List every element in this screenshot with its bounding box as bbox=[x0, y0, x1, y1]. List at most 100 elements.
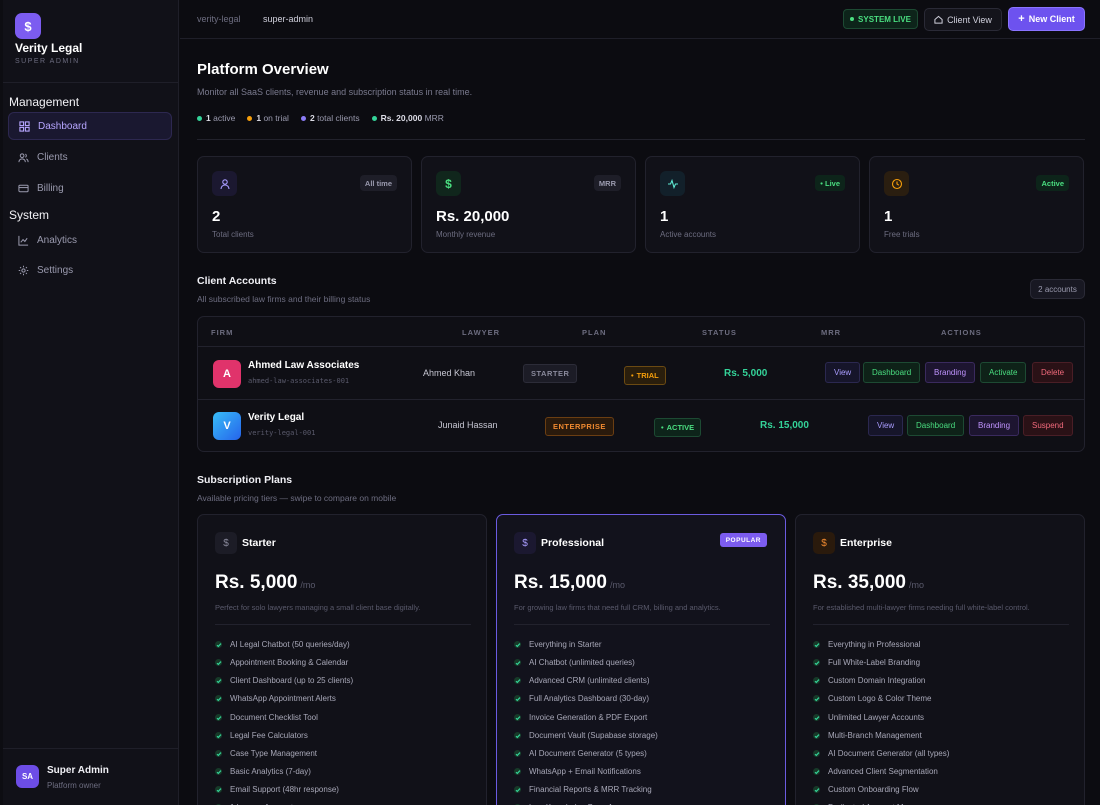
kpi-value: 1 bbox=[660, 208, 669, 225]
sidebar-item-label: Billing bbox=[37, 182, 64, 194]
chart-icon bbox=[18, 235, 29, 246]
plan-feature-label: Multi-Branch Management bbox=[828, 731, 922, 740]
view-button[interactable]: View bbox=[825, 362, 861, 383]
delete-button[interactable]: Delete bbox=[1032, 362, 1074, 383]
dot-icon: • bbox=[631, 371, 634, 380]
dot-icon bbox=[300, 116, 306, 122]
dashboard-button[interactable]: Dashboard bbox=[863, 362, 921, 383]
new-client-button[interactable]: + New Client bbox=[1008, 7, 1085, 31]
view-button[interactable]: View bbox=[868, 415, 904, 436]
firm-name[interactable]: Verity Legal bbox=[248, 412, 304, 423]
sidebar-item-clients[interactable]: Clients bbox=[8, 143, 172, 171]
check-icon bbox=[514, 732, 521, 739]
branding-button[interactable]: Branding bbox=[969, 415, 1020, 436]
plan-feature-label: AI Document Generator (5 types) bbox=[529, 749, 647, 758]
plan-card-starter[interactable]: $ Starter Rs. 5,000/mo Perfect for solo law… bbox=[197, 514, 487, 805]
plan-name: Enterprise bbox=[840, 537, 892, 549]
column-header: ACTIONS bbox=[941, 328, 982, 337]
check-icon bbox=[813, 659, 820, 666]
check-icon bbox=[514, 786, 521, 793]
sidebar-section-management: Management bbox=[9, 95, 80, 109]
plan-price-value: Rs. 15,000 bbox=[514, 572, 607, 593]
firm-avatar: A bbox=[213, 360, 241, 388]
plan-feature: Full Analytics Dashboard (30-day) bbox=[514, 694, 649, 703]
plan-card-professional[interactable]: $ Professional POPULAR Rs. 15,000/mo For gro… bbox=[496, 514, 786, 805]
system-live-badge: SYSTEM LIVE bbox=[843, 9, 918, 29]
check-icon bbox=[813, 695, 820, 702]
plan-price-value: Rs. 5,000 bbox=[215, 572, 298, 593]
plan-feature-label: Document Vault (Supabase storage) bbox=[529, 731, 658, 740]
branding-button[interactable]: Branding bbox=[925, 362, 976, 383]
section-title-plans: Subscription Plans bbox=[197, 474, 293, 486]
lawyer-name: Junaid Hassan bbox=[438, 420, 498, 430]
plus-icon: + bbox=[1018, 13, 1025, 25]
dot-icon bbox=[197, 116, 202, 122]
column-header: STATUS bbox=[702, 328, 737, 337]
client-view-button[interactable]: Client View bbox=[924, 8, 1002, 31]
plan-feature-label: Client Dashboard (up to 25 clients) bbox=[230, 676, 354, 685]
column-header: MRR bbox=[821, 328, 842, 337]
check-icon bbox=[514, 659, 521, 666]
plan-feature: Email Support (48hr response) bbox=[215, 785, 339, 794]
sidebar-section-system: System bbox=[9, 208, 50, 222]
sidebar-item-billing[interactable]: Billing bbox=[8, 174, 172, 202]
kpi-value: 1 bbox=[884, 208, 893, 225]
check-icon bbox=[813, 750, 820, 757]
sidebar-item-settings[interactable]: Settings bbox=[8, 256, 172, 284]
client-view-label: Client View bbox=[947, 14, 992, 25]
plan-period: /mo bbox=[300, 580, 316, 590]
breadcrumb-item: super-admin bbox=[263, 14, 314, 24]
check-icon bbox=[215, 732, 222, 739]
check-icon bbox=[514, 768, 521, 775]
breadcrumb-item[interactable]: verity-legal bbox=[197, 14, 241, 24]
row-divider bbox=[198, 346, 1084, 347]
plan-feature-label: Full White-Label Branding bbox=[828, 658, 921, 667]
plan-feature: Document Checklist Tool bbox=[215, 713, 318, 722]
plan-feature: Invoice Generation & PDF Export bbox=[514, 713, 647, 722]
check-icon bbox=[215, 750, 222, 757]
plan-feature: Custom Logo & Color Theme bbox=[813, 694, 931, 703]
dollar-icon: $ bbox=[514, 532, 536, 554]
check-icon bbox=[514, 641, 521, 648]
summary-stats: 1 active 1 on trial 2 total clients Rs. … bbox=[197, 113, 444, 123]
stat-total: 2 total clients bbox=[300, 113, 360, 123]
page-title: Platform Overview bbox=[197, 61, 329, 78]
user-role: Platform owner bbox=[47, 781, 101, 790]
kpi-label: Active accounts bbox=[660, 230, 717, 239]
plan-description: Perfect for solo lawyers managing a smal… bbox=[215, 603, 421, 612]
plan-feature: AI Chatbot (unlimited queries) bbox=[514, 658, 635, 667]
dot-icon bbox=[247, 116, 253, 122]
plan-feature-label: Case Type Management bbox=[230, 749, 318, 758]
plan-feature-label: Invoice Generation & PDF Export bbox=[529, 713, 648, 722]
plan-card-enterprise[interactable]: $ Enterprise Rs. 35,000/mo For established … bbox=[795, 514, 1085, 805]
dashboard-button[interactable]: Dashboard bbox=[907, 415, 965, 436]
plan-period: /mo bbox=[908, 580, 924, 590]
brand-logo: $ bbox=[15, 13, 41, 39]
avatar[interactable]: SA bbox=[16, 765, 39, 788]
check-icon bbox=[215, 768, 222, 775]
popular-badge: POPULAR bbox=[719, 533, 767, 547]
check-icon bbox=[215, 695, 222, 702]
plan-feature-label: Unlimited Lawyer Accounts bbox=[828, 713, 925, 722]
plan-feature: Everything in Starter bbox=[514, 640, 601, 649]
plan-price-value: Rs. 35,000 bbox=[813, 572, 906, 593]
plan-feature: AI Legal Chatbot (50 queries/day) bbox=[215, 640, 350, 649]
kpi-card-monthly-revenue: $ MRR Rs. 20,000 Monthly revenue bbox=[421, 156, 636, 253]
mrr-value: Rs. 15,000 bbox=[760, 420, 809, 431]
plan-feature: AI Document Generator (all types) bbox=[813, 749, 949, 758]
plan-feature: Case Type Management bbox=[215, 749, 317, 758]
kpi-value: Rs. 20,000 bbox=[436, 208, 510, 225]
plan-period: /mo bbox=[609, 580, 625, 590]
dot-icon: • bbox=[661, 423, 664, 432]
lawyer-name: Ahmed Khan bbox=[423, 368, 476, 378]
activate-button[interactable]: Activate bbox=[980, 362, 1027, 383]
sidebar-item-analytics[interactable]: Analytics bbox=[8, 226, 172, 254]
plan-feature: Unlimited Lawyer Accounts bbox=[813, 713, 924, 722]
brand-subtitle: SUPER ADMIN bbox=[15, 58, 80, 65]
suspend-button[interactable]: Suspend bbox=[1023, 415, 1073, 436]
sidebar-item-dashboard[interactable]: Dashboard bbox=[8, 112, 172, 140]
kpi-label: Free trials bbox=[884, 230, 920, 239]
plan-feature-label: Financial Reports & MRR Tracking bbox=[529, 785, 652, 794]
firm-name[interactable]: Ahmed Law Associates bbox=[248, 360, 359, 371]
kpi-badge-label: Live bbox=[824, 178, 840, 188]
